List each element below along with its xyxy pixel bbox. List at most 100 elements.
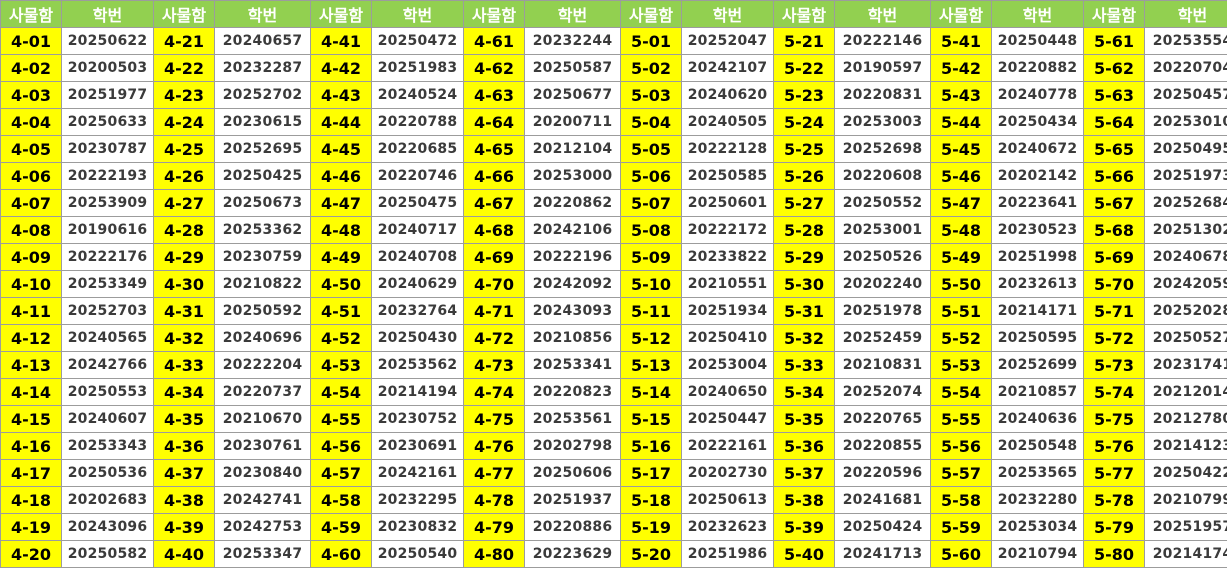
student-id-cell: 20230787	[61, 135, 154, 163]
student-id-cell: 20202142	[991, 162, 1084, 190]
locker-number-cell: 5-67	[1083, 189, 1145, 217]
student-id-cell: 20200711	[524, 108, 621, 136]
student-id-cell: 20202240	[834, 270, 931, 298]
locker-number-cell: 4-53	[310, 351, 372, 379]
student-id-cell: 20250536	[61, 459, 154, 487]
locker-number-cell: 4-23	[153, 81, 215, 109]
student-id-cell: 20210670	[214, 405, 311, 433]
locker-number-cell: 5-49	[930, 243, 992, 271]
table-row: 4-12 20240565 4-32 20240696 4-52 20250430 4-72…	[0, 324, 1227, 352]
locker-number-cell: 5-58	[930, 486, 992, 514]
locker-number-cell: 5-74	[1083, 378, 1145, 406]
locker-number-cell: 5-62	[1083, 54, 1145, 82]
student-id-cell: 20253010	[1144, 108, 1227, 136]
locker-number-cell: 4-56	[310, 432, 372, 460]
table-row: 4-19 20243096 4-39 20242753 4-59 20230832 4-79…	[0, 513, 1227, 541]
locker-number-cell: 5-79	[1083, 513, 1145, 541]
locker-number-cell: 5-10	[620, 270, 682, 298]
locker-number-cell: 5-76	[1083, 432, 1145, 460]
student-id-cell: 20241681	[834, 486, 931, 514]
locker-number-cell: 5-35	[773, 405, 835, 433]
table-row: 4-04 20250633 4-24 20230615 4-44 20220788 4-64…	[0, 108, 1227, 136]
locker-number-cell: 4-12	[0, 324, 62, 352]
student-id-cell: 20202798	[524, 432, 621, 460]
locker-number-cell: 4-14	[0, 378, 62, 406]
locker-number-cell: 5-44	[930, 108, 992, 136]
student-id-cell: 20250677	[524, 81, 621, 109]
table-row: 4-15 20240607 4-35 20210670 4-55 20230752 4-75…	[0, 405, 1227, 433]
locker-number-cell: 4-70	[463, 270, 525, 298]
student-id-cell: 20214194	[371, 378, 464, 406]
student-id-cell: 20241713	[834, 540, 931, 568]
locker-number-cell: 5-73	[1083, 351, 1145, 379]
locker-number-cell: 4-04	[0, 108, 62, 136]
student-id-cell: 20232295	[371, 486, 464, 514]
student-id-cell: 20253562	[371, 351, 464, 379]
header-student-id: 학번	[214, 0, 311, 28]
locker-number-cell: 5-63	[1083, 81, 1145, 109]
locker-number-cell: 4-37	[153, 459, 215, 487]
student-id-cell: 20240696	[214, 324, 311, 352]
student-id-cell: 20233822	[681, 243, 774, 271]
locker-number-cell: 5-55	[930, 405, 992, 433]
locker-number-cell: 4-61	[463, 27, 525, 55]
locker-number-cell: 4-16	[0, 432, 62, 460]
student-id-cell: 20240629	[371, 270, 464, 298]
student-id-cell: 20230840	[214, 459, 311, 487]
student-id-cell: 20242753	[214, 513, 311, 541]
locker-number-cell: 5-80	[1083, 540, 1145, 568]
locker-number-cell: 5-57	[930, 459, 992, 487]
student-id-cell: 20240717	[371, 216, 464, 244]
locker-number-cell: 4-77	[463, 459, 525, 487]
locker-number-cell: 5-30	[773, 270, 835, 298]
table-row: 4-14 20250553 4-34 20220737 4-54 20214194 4-74…	[0, 378, 1227, 406]
student-id-cell: 20212104	[524, 135, 621, 163]
table-row: 4-10 20253349 4-30 20210822 4-50 20240629 4-70…	[0, 270, 1227, 298]
locker-number-cell: 4-42	[310, 54, 372, 82]
student-id-cell: 20250424	[834, 513, 931, 541]
student-id-cell: 20220737	[214, 378, 311, 406]
student-id-cell: 20242059	[1144, 270, 1227, 298]
locker-number-cell: 4-71	[463, 297, 525, 325]
locker-number-cell: 4-08	[0, 216, 62, 244]
student-id-cell: 20220746	[371, 162, 464, 190]
locker-number-cell: 4-69	[463, 243, 525, 271]
student-id-cell: 20250495	[1144, 135, 1227, 163]
locker-number-cell: 5-08	[620, 216, 682, 244]
locker-number-cell: 4-63	[463, 81, 525, 109]
student-id-cell: 20210794	[991, 540, 1084, 568]
student-id-cell: 20253000	[524, 162, 621, 190]
student-id-cell: 20223629	[524, 540, 621, 568]
locker-number-cell: 4-74	[463, 378, 525, 406]
locker-number-cell: 4-26	[153, 162, 215, 190]
student-id-cell: 20220685	[371, 135, 464, 163]
student-id-cell: 20214174	[1144, 540, 1227, 568]
locker-number-cell: 5-51	[930, 297, 992, 325]
locker-number-cell: 4-73	[463, 351, 525, 379]
header-locker: 사물함	[310, 0, 372, 28]
student-id-cell: 20252702	[214, 81, 311, 109]
student-id-cell: 20240524	[371, 81, 464, 109]
student-id-cell: 20190616	[61, 216, 154, 244]
student-id-cell: 20250673	[214, 189, 311, 217]
student-id-cell: 20253347	[214, 540, 311, 568]
locker-number-cell: 5-03	[620, 81, 682, 109]
student-id-cell: 20250457	[1144, 81, 1227, 109]
student-id-cell: 20220823	[524, 378, 621, 406]
student-id-cell: 20250422	[1144, 459, 1227, 487]
locker-number-cell: 4-51	[310, 297, 372, 325]
locker-number-cell: 4-38	[153, 486, 215, 514]
locker-number-cell: 5-66	[1083, 162, 1145, 190]
student-id-cell: 20253034	[991, 513, 1084, 541]
student-id-cell: 20253003	[834, 108, 931, 136]
locker-number-cell: 5-77	[1083, 459, 1145, 487]
student-id-cell: 20253362	[214, 216, 311, 244]
locker-number-cell: 5-53	[930, 351, 992, 379]
locker-number-cell: 4-59	[310, 513, 372, 541]
student-id-cell: 20220765	[834, 405, 931, 433]
locker-number-cell: 5-50	[930, 270, 992, 298]
student-id-cell: 20252074	[834, 378, 931, 406]
locker-number-cell: 4-80	[463, 540, 525, 568]
locker-number-cell: 4-35	[153, 405, 215, 433]
student-id-cell: 20240778	[991, 81, 1084, 109]
